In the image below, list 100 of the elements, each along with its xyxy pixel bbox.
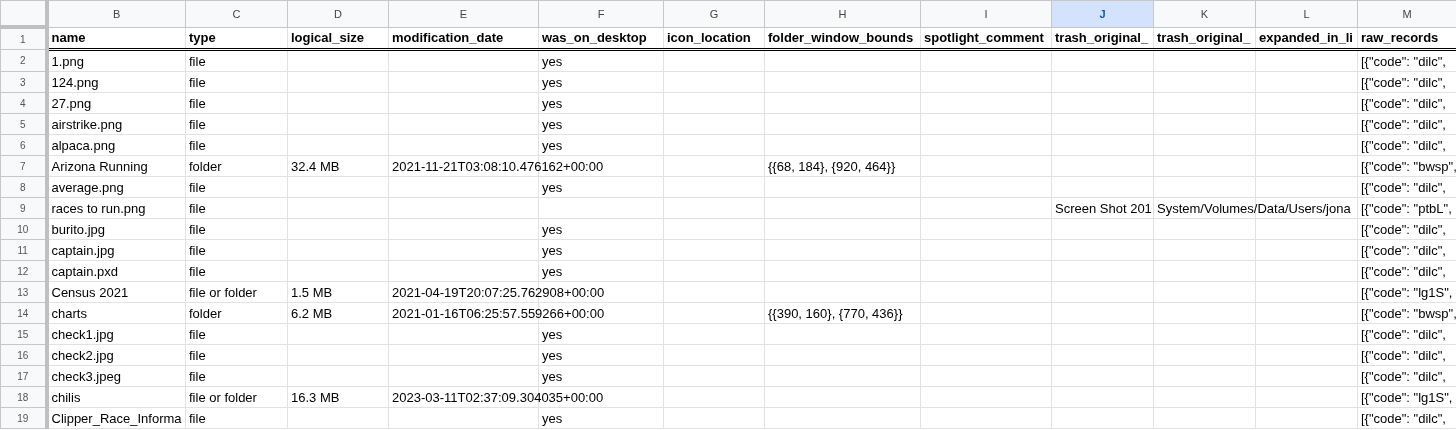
cell-text: Arizona Running xyxy=(51,158,148,174)
row-number[interactable]: 17 xyxy=(17,370,29,382)
row-number[interactable]: 13 xyxy=(17,286,29,298)
row-number[interactable]: 14 xyxy=(17,307,29,319)
cell-text: yes xyxy=(542,221,563,237)
column-header[interactable]: J xyxy=(1051,0,1154,27)
cell-text: 2021-04-19T20:07:25.762908+00:00 xyxy=(392,284,605,300)
row-number[interactable]: 15 xyxy=(17,328,29,340)
cell-text: [{"code": "dilc", xyxy=(1361,137,1446,153)
cell-text: yes xyxy=(542,95,563,111)
cell-text: [{"code": "dilc", xyxy=(1361,116,1446,132)
column-header[interactable]: C xyxy=(185,0,288,27)
cell-text: yes xyxy=(542,74,563,90)
cell-text: [{"code": "ptbL", xyxy=(1361,200,1452,216)
header-cell-text: folder_window_bounds xyxy=(768,30,914,46)
cell-text: file xyxy=(189,179,206,195)
column-header[interactable]: F xyxy=(538,0,664,27)
cell-text: file xyxy=(189,95,206,111)
header-cell-text: expanded_in_li xyxy=(1259,30,1353,46)
cell-text: alpaca.png xyxy=(51,137,116,153)
header-cell-text: trash_original_ xyxy=(1055,30,1149,46)
cell-text: 1.5 MB xyxy=(291,284,333,300)
row-number[interactable]: 11 xyxy=(17,244,28,256)
cell-text: [{"code": "dilc", xyxy=(1361,242,1446,258)
cell-text: yes xyxy=(542,137,563,153)
header-cell-text: logical_size xyxy=(291,30,364,46)
column-header[interactable]: L xyxy=(1255,0,1358,27)
column-header[interactable]: D xyxy=(287,0,389,27)
cell-text: file xyxy=(189,326,206,342)
cell-text: System/Volumes/Data/Users/jona xyxy=(1157,200,1351,216)
cell-text: 124.png xyxy=(51,74,99,90)
cell-text: 6.2 MB xyxy=(291,305,333,321)
column-header[interactable]: I xyxy=(920,0,1052,27)
column-header[interactable]: E xyxy=(388,0,539,27)
row-number[interactable]: 6 xyxy=(19,139,26,151)
cell-text: folder xyxy=(189,158,222,174)
header-cell-text: was_on_desktop xyxy=(542,30,647,46)
cell-text: file xyxy=(189,242,206,258)
column-header[interactable]: B xyxy=(46,0,186,27)
cell-text: races to run.png xyxy=(51,200,146,216)
cell-text: check2.jpg xyxy=(51,347,114,363)
cell-text: [{"code": "dilc", xyxy=(1361,326,1446,342)
column-header[interactable]: G xyxy=(663,0,765,27)
cell-text: [{"code": "dilc", xyxy=(1361,221,1446,237)
cell-text: file xyxy=(189,137,206,153)
row-number[interactable]: 19 xyxy=(17,412,29,424)
cell-text: check1.jpg xyxy=(51,326,114,342)
cell-text: 2021-01-16T06:25:57.559266+00:00 xyxy=(392,305,605,321)
cell-text: [{"code": "dilc", xyxy=(1361,347,1446,363)
row-number[interactable]: 2 xyxy=(19,55,26,66)
header-cell-text: modification_date xyxy=(392,30,504,46)
cell-text: airstrike.png xyxy=(51,116,123,132)
row-number[interactable]: 12 xyxy=(17,265,29,277)
cell-text: 16.3 MB xyxy=(291,389,340,405)
cell-text: Census 2021 xyxy=(51,284,129,300)
row-number[interactable]: 8 xyxy=(19,181,26,193)
cell-text: file xyxy=(189,116,206,132)
row-number[interactable]: 16 xyxy=(17,349,29,361)
cell-text: 27.png xyxy=(51,95,92,111)
row-number[interactable]: 5 xyxy=(19,118,26,130)
cell-text: 1.png xyxy=(51,53,85,69)
cell-text: [{"code": "dilc", xyxy=(1361,263,1446,279)
header-cell-text: icon_location xyxy=(667,30,751,46)
column-header[interactable]: H xyxy=(764,0,921,27)
cell-text: file xyxy=(189,221,206,237)
header-cell-text: type xyxy=(189,30,216,46)
cell-text: yes xyxy=(542,263,563,279)
cell-text: captain.pxd xyxy=(51,263,118,279)
cell-text: check3.jpeg xyxy=(51,368,121,384)
cell-text: Screen Shot 201 xyxy=(1055,200,1152,216)
column-header[interactable]: K xyxy=(1153,0,1256,27)
row-number[interactable]: 1 xyxy=(19,33,26,45)
cell-text: Clipper_Race_Informa xyxy=(51,410,182,426)
cell-text: [{"code": "bwsp", xyxy=(1361,158,1456,174)
cell-text: 2023-03-11T02:37:09.304035+00:00 xyxy=(392,389,604,405)
row-number[interactable]: 7 xyxy=(19,160,26,172)
cell-text: file xyxy=(189,347,206,363)
cell-text: file xyxy=(189,200,206,216)
row-number[interactable]: 4 xyxy=(19,97,26,109)
cell-text: {{390, 160}, {770, 436}} xyxy=(768,305,903,321)
cell-text: [{"code": "lg1S", xyxy=(1361,389,1453,405)
cell-text: captain.jpg xyxy=(51,242,115,258)
cell-text: file xyxy=(189,410,206,426)
row-number[interactable]: 9 xyxy=(19,202,26,214)
cell-text: yes xyxy=(542,410,563,426)
column-header[interactable]: M xyxy=(1357,0,1456,27)
cell-text: charts xyxy=(51,305,87,321)
cell-text: folder xyxy=(189,305,222,321)
cell-text: [{"code": "dilc", xyxy=(1361,179,1446,195)
header-cell-text: trash_original_ xyxy=(1157,30,1251,46)
cell-text: chilis xyxy=(51,389,81,405)
cell-text: yes xyxy=(542,326,563,342)
cell-text: yes xyxy=(542,116,563,132)
header-cell-text: spotlight_comment xyxy=(924,30,1044,46)
row-number[interactable]: 18 xyxy=(17,391,29,403)
row-number[interactable]: 10 xyxy=(17,223,29,235)
cell-text: yes xyxy=(542,368,563,384)
row-number[interactable]: 3 xyxy=(19,76,26,88)
cell-text: file xyxy=(189,53,206,69)
cell-text: file xyxy=(189,74,206,90)
